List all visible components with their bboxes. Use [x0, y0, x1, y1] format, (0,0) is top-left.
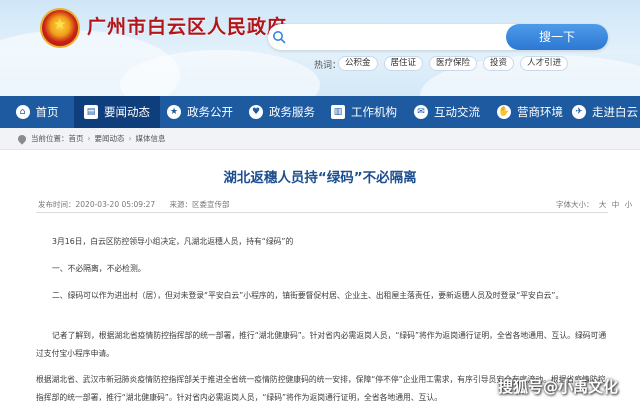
font-size-switcher: 字体大小： 大 中 小 — [556, 199, 632, 210]
article-source: 来源：区委宣传部 — [169, 200, 230, 209]
breadcrumb-item-home[interactable]: 首页 — [69, 133, 84, 144]
article-title: 湖北返穗人员持“绿码”不必隔离 — [223, 170, 417, 186]
nav-item-label: 政务公开 — [187, 105, 233, 119]
article-meta: 发布时间：2020-03-20 05:09:27 来源：区委宣传部 — [38, 199, 242, 210]
search-icon — [273, 31, 286, 44]
emblem-star-icon: ★ — [53, 15, 67, 33]
nav-item-home[interactable]: ⌂ 首页 — [0, 96, 74, 128]
breadcrumb-separator: › — [128, 134, 132, 143]
nav-item-gov-affairs[interactable]: ★ 政务公开 — [160, 96, 240, 128]
search-button[interactable]: 搜一下 — [506, 24, 608, 50]
site-title[interactable]: 广州市白云区人民政府 — [87, 12, 287, 39]
nav-item-agencies[interactable]: ▥ 工作机构 — [324, 96, 404, 128]
hot-tag-talent[interactable]: 人才引进 — [520, 56, 569, 71]
nav-item-label: 要闻动态 — [104, 105, 150, 119]
font-size-small-button[interactable]: 小 — [625, 200, 633, 209]
font-size-large-button[interactable]: 大 — [599, 200, 607, 209]
hot-tag-medical-insurance[interactable]: 医疗保险 — [429, 56, 478, 71]
plane-icon: ✈ — [572, 105, 586, 119]
handshake-icon: ✋ — [497, 105, 511, 119]
breadcrumb-bar: 当前位置： 首页 › 要闻动态 › 媒体信息 — [0, 128, 640, 150]
font-size-label: 字体大小： — [556, 200, 594, 209]
nav-item-label: 政务服务 — [269, 105, 315, 119]
news-icon: ▤ — [84, 105, 98, 119]
nav-item-about-baiyun[interactable]: ✈ 走进白云 — [570, 96, 640, 128]
building-icon: ▥ — [331, 105, 345, 119]
nav-item-gov-services[interactable]: ♥ 政务服务 — [240, 96, 324, 128]
chat-icon: ✉ — [414, 105, 428, 119]
nav-item-label: 走进白云 — [592, 105, 638, 119]
hot-words-list: 公积金 居住证 医疗保险 投资 人才引进 — [338, 56, 569, 71]
location-pin-icon — [16, 132, 28, 145]
hot-tag-housing-fund[interactable]: 公积金 — [338, 56, 378, 71]
breadcrumb-item-media[interactable]: 媒体信息 — [136, 133, 166, 144]
watermark: 搜狐号@小禹文化 — [498, 378, 619, 396]
article-paragraph: 二、绿码可以作为进出村（居），但对未登录“平安白云”小程序的，镇街要督促村居、企… — [52, 291, 564, 300]
hot-tag-residence-permit[interactable]: 居住证 — [383, 56, 424, 71]
nav-item-news[interactable]: ▤ 要闻动态 — [74, 96, 160, 128]
breadcrumb: 当前位置： 首页 › 要闻动态 › 媒体信息 — [16, 132, 166, 145]
nav-item-label: 互动交流 — [434, 105, 480, 119]
article-paragraph: 记者了解到，根据湖北省疫情防控指挥部的统一部署，推行“湖北健康码”。针对省内必需… — [36, 331, 607, 358]
star-icon: ★ — [167, 105, 181, 119]
main-nav: ⌂ 首页 ▤ 要闻动态 ★ 政务公开 ♥ 政务服务 ▥ 工作机构 ✉ 互动交流 … — [0, 96, 640, 128]
hot-words-label: 热词： — [314, 61, 342, 71]
meta-divider — [36, 212, 608, 213]
nav-item-label: 营商环境 — [517, 105, 563, 119]
breadcrumb-prefix: 当前位置： — [31, 134, 69, 143]
search-input[interactable] — [292, 27, 502, 47]
hot-tag-investment[interactable]: 投资 — [483, 56, 515, 71]
home-icon: ⌂ — [15, 105, 30, 119]
nav-item-interaction[interactable]: ✉ 互动交流 — [404, 96, 490, 128]
article-paragraph: 一、不必隔离，不必检测。 — [52, 264, 146, 273]
font-size-medium-button[interactable]: 中 — [612, 200, 620, 209]
publish-time: 发布时间：2020-03-20 05:09:27 — [38, 200, 156, 209]
national-emblem-logo: ★ — [40, 8, 80, 48]
nav-item-business-env[interactable]: ✋ 营商环境 — [490, 96, 570, 128]
breadcrumb-separator: › — [87, 134, 91, 143]
breadcrumb-item-news[interactable]: 要闻动态 — [95, 133, 125, 144]
site-header: ★ 广州市白云区人民政府 搜一下 热词： 公积金 居住证 医疗保险 投资 人才引… — [0, 0, 640, 96]
nav-item-label: 工作机构 — [351, 105, 397, 119]
article-paragraph: 3月16日，白云区防控领导小组决定，凡湖北返穗人员，持有“绿码”的 — [52, 237, 294, 246]
nav-item-label: 首页 — [35, 105, 59, 119]
heart-icon: ♥ — [249, 105, 263, 119]
